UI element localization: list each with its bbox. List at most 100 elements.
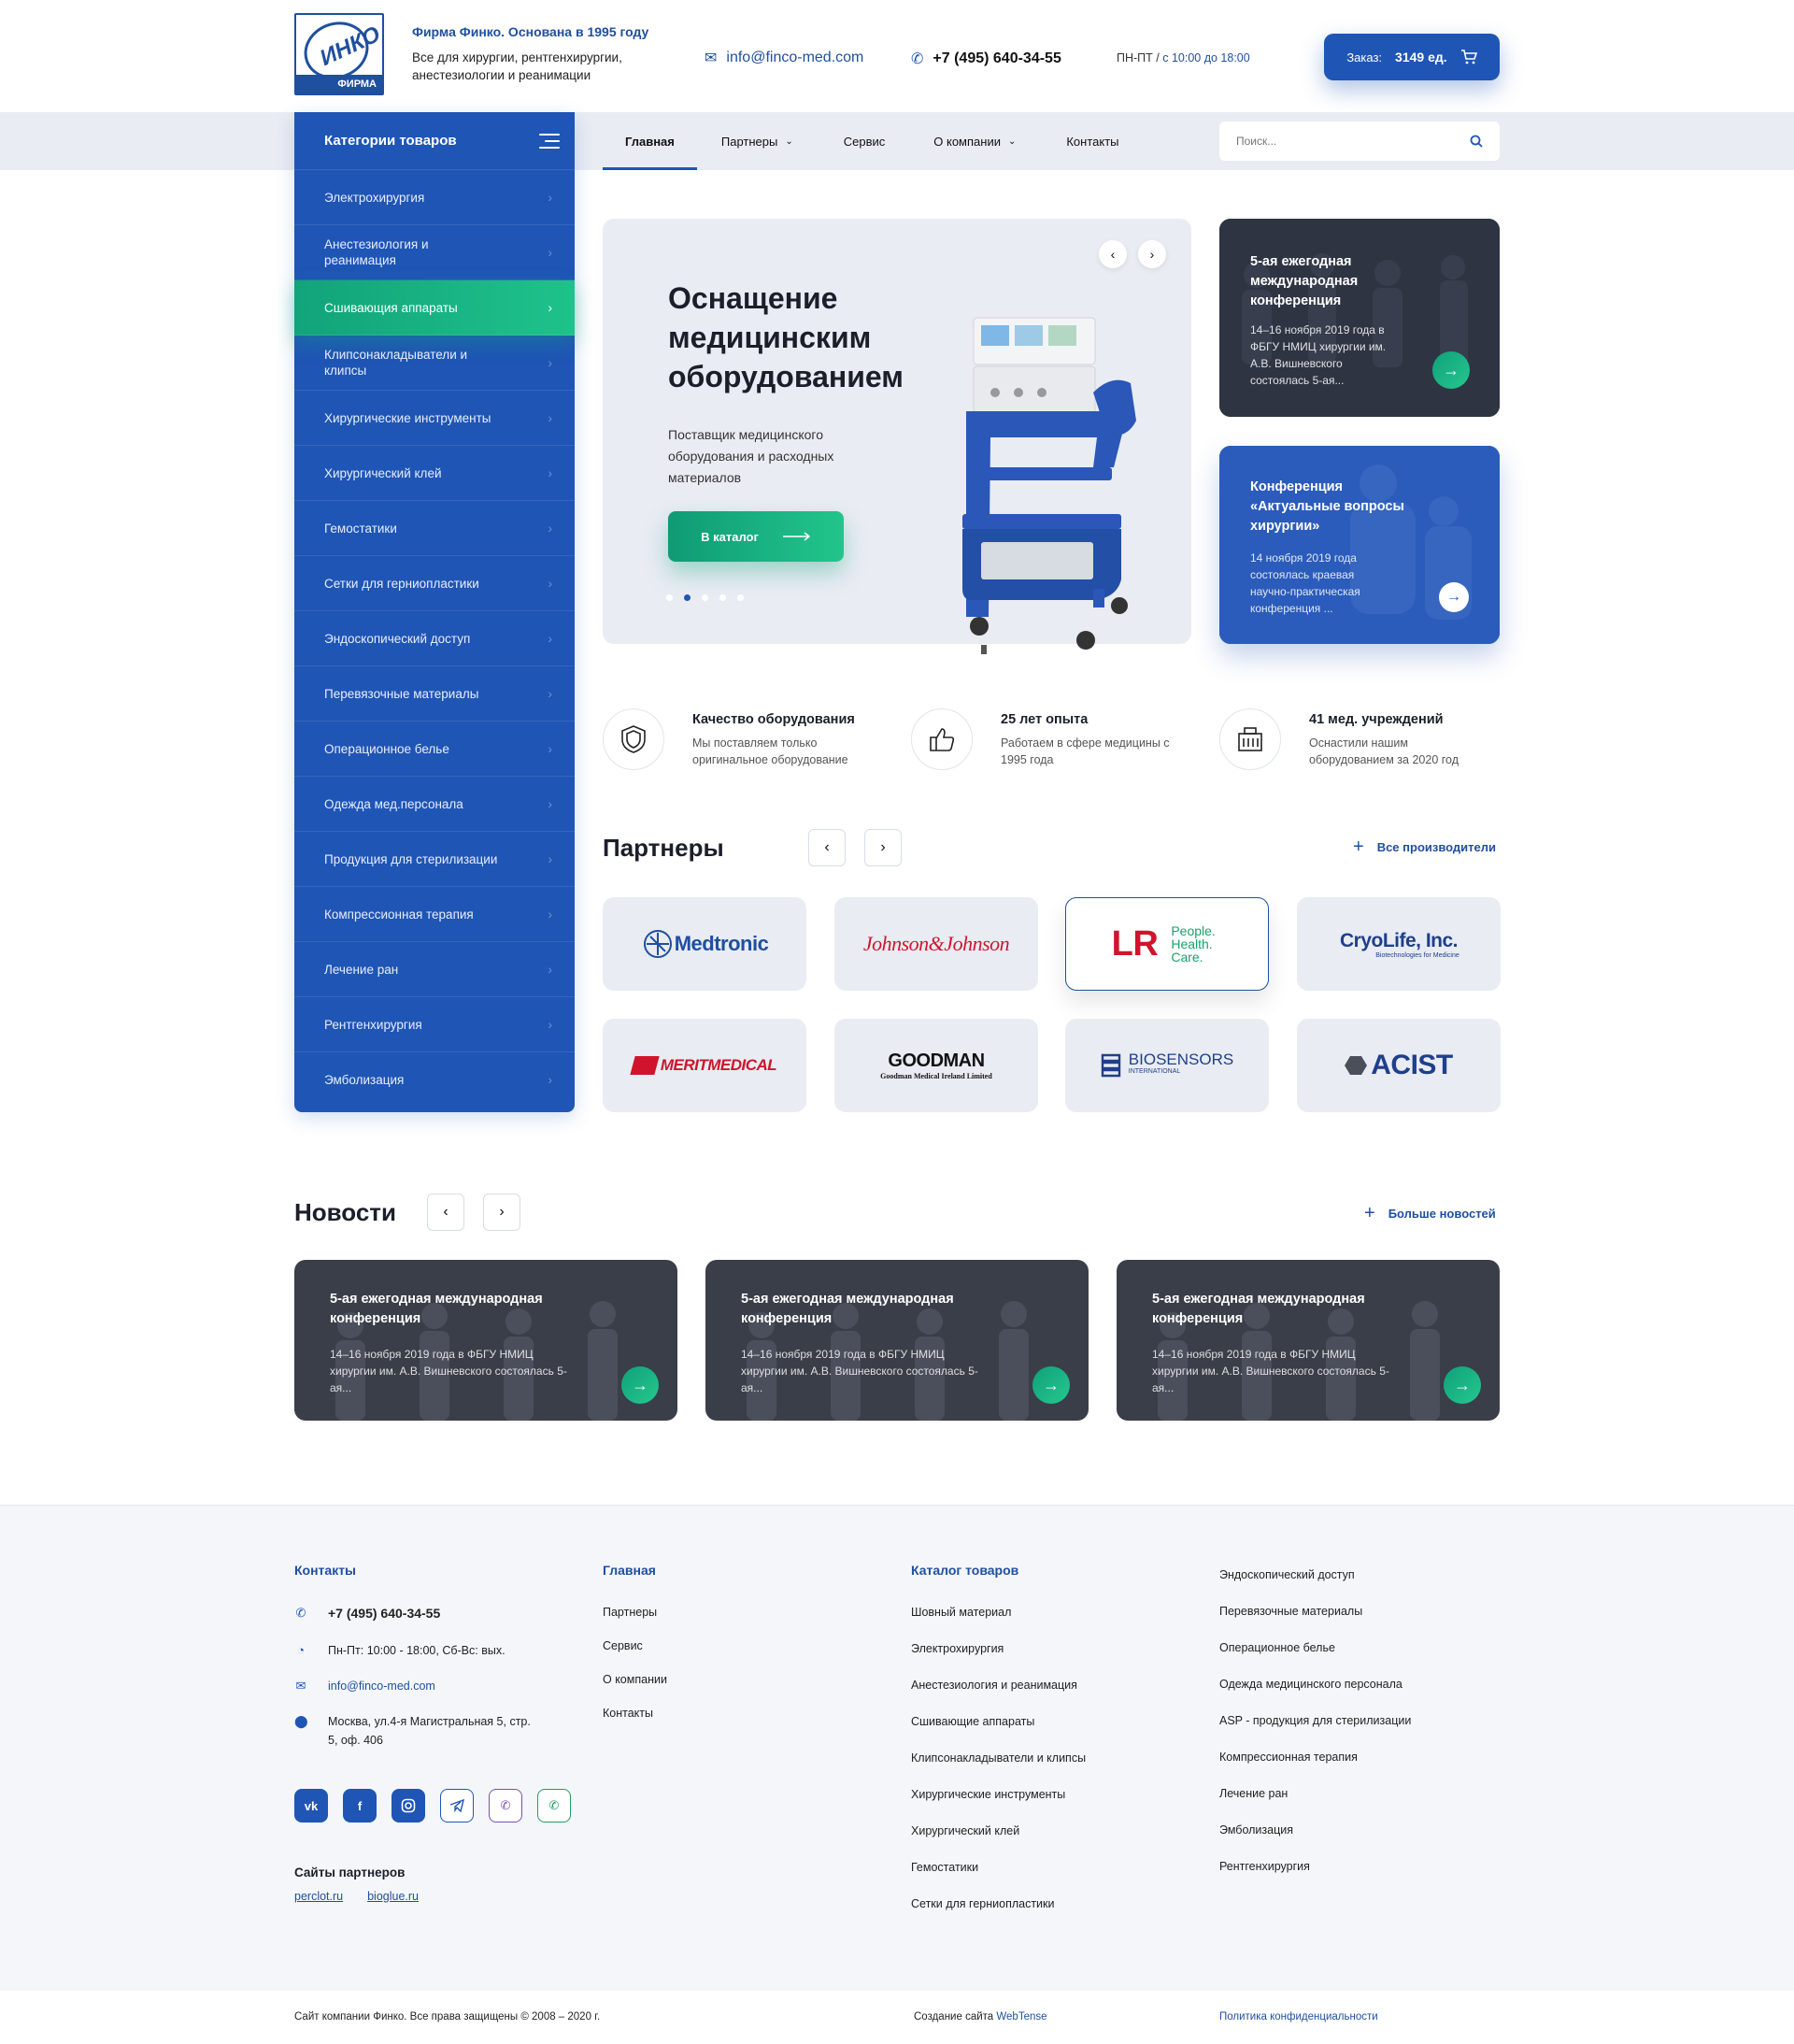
sidebar-item-embolization[interactable]: Эмболизация › xyxy=(294,1052,575,1108)
sidebar-item-glue[interactable]: Хирургический клей › xyxy=(294,446,575,501)
news-open-button[interactable]: → xyxy=(1439,582,1469,612)
footer-catalog-title[interactable]: Каталог товаров xyxy=(911,1563,1018,1578)
sidebar-item-electrosurgery[interactable]: Электрохирургия › xyxy=(294,170,575,225)
sidebar-item-anesthesiology[interactable]: Анестезиология и реанимация › xyxy=(294,225,575,280)
menu-icon[interactable] xyxy=(539,133,560,149)
side-news-card[interactable]: 5-ая ежегодная международная конференция… xyxy=(1219,219,1500,417)
footer-menu-item[interactable]: Сервис xyxy=(603,1639,667,1652)
sidebar-item-sterilization[interactable]: Продукция для стерилизации › xyxy=(294,832,575,887)
order-button[interactable]: Заказ: 3149 ед. xyxy=(1324,34,1500,80)
sidebar-item-staplers[interactable]: Сшивающия аппараты › xyxy=(294,280,575,336)
all-manufacturers-link[interactable]: + Все производители xyxy=(1353,836,1496,858)
partner-logo-goodman[interactable]: GOODMAN Goodman Medical Ireland Limited xyxy=(834,1019,1038,1112)
partner-logo-lr[interactable]: LR People. Health. Care. xyxy=(1065,897,1269,991)
partner-logo-merit[interactable]: MERITMEDICAL xyxy=(603,1019,806,1112)
partner-logo-medtronic[interactable]: Medtronic xyxy=(603,897,806,991)
sidebar-item-xray[interactable]: Рентгенхирургия › xyxy=(294,997,575,1052)
vk-icon[interactable]: vk xyxy=(294,1789,328,1822)
news-prev-button[interactable]: ‹ xyxy=(427,1194,464,1231)
sidebar-item-linen[interactable]: Операционное белье › xyxy=(294,722,575,777)
footer-catalog-item[interactable]: Операционное белье xyxy=(1219,1641,1411,1654)
footer-email[interactable]: ✉ info@finco-med.com xyxy=(294,1677,435,1695)
logo[interactable]: ИНКО ФИРМА xyxy=(294,13,384,95)
footer-catalog-item[interactable]: Сетки для герниопластики xyxy=(911,1897,1086,1910)
footer-catalog-item[interactable]: Хирургические инструменты xyxy=(911,1788,1086,1801)
footer-catalog-item[interactable]: Шовный материал xyxy=(911,1606,1086,1619)
search-input[interactable] xyxy=(1236,135,1442,148)
footer-catalog-item[interactable]: Электрохирургия xyxy=(911,1642,1086,1655)
footer-catalog-item[interactable]: Сшивающие аппараты xyxy=(911,1715,1086,1728)
partner-site-link[interactable]: bioglue.ru xyxy=(367,1890,419,1903)
footer-catalog-item[interactable]: Гемостатики xyxy=(911,1861,1086,1874)
partner-logo-cryolife[interactable]: CryoLife, Inc. Biotechnologies for Medic… xyxy=(1297,897,1501,991)
footer-menu-item[interactable]: Контакты xyxy=(603,1707,667,1720)
footer-catalog-item[interactable]: Рентгенхирургия xyxy=(1219,1860,1411,1873)
news-next-button[interactable]: › xyxy=(483,1194,520,1231)
header-phone[interactable]: ✆ +7 (495) 640-34-55 xyxy=(911,50,1061,68)
sidebar-item-meshes[interactable]: Сетки для герниопластики › xyxy=(294,556,575,611)
partners-next-button[interactable]: › xyxy=(864,829,902,866)
partner-logo-biosensors[interactable]: BIOSENSORS INTERNATIONAL xyxy=(1065,1019,1269,1112)
made-by: Создание сайта WebTense xyxy=(914,2011,1047,2023)
sidebar-item-dressings[interactable]: Перевязочные материалы › xyxy=(294,666,575,722)
footer-menu-title[interactable]: Главная xyxy=(603,1563,656,1578)
news-open-button[interactable]: → xyxy=(621,1366,659,1404)
made-by-link[interactable]: WebTense xyxy=(996,2011,1046,2023)
hero-next-button[interactable]: › xyxy=(1138,240,1166,268)
footer-catalog-item[interactable]: Хирургический клей xyxy=(911,1824,1086,1837)
more-news-link[interactable]: + Больше новостей xyxy=(1364,1203,1496,1224)
partner-site-link[interactable]: perclot.ru xyxy=(294,1890,343,1903)
telegram-icon[interactable] xyxy=(440,1789,474,1822)
footer-catalog-item[interactable]: Эндоскопический доступ xyxy=(1219,1568,1411,1581)
nav-item-contacts[interactable]: Контакты xyxy=(1038,112,1141,170)
side-news-card[interactable]: Конференция «Актуальные вопросы хирургии… xyxy=(1219,446,1500,644)
footer-menu-item[interactable]: О компании xyxy=(603,1673,667,1686)
slider-dot[interactable] xyxy=(737,594,744,601)
slider-dot[interactable] xyxy=(666,594,673,601)
footer-phone[interactable]: ✆ +7 (495) 640-34-55 xyxy=(294,1604,441,1622)
news-open-button[interactable]: → xyxy=(1032,1366,1070,1404)
sidebar-item-endoscopic[interactable]: Эндоскопический доступ › xyxy=(294,611,575,666)
sidebar-item-hemostatics[interactable]: Гемостатики › xyxy=(294,501,575,556)
footer-catalog-item[interactable]: Эмболизация xyxy=(1219,1823,1411,1837)
whatsapp-icon[interactable]: ✆ xyxy=(537,1789,571,1822)
category-header[interactable]: Категории товаров xyxy=(294,112,575,170)
sidebar-item-instruments[interactable]: Хирургические инструменты › xyxy=(294,391,575,446)
nav-item-service[interactable]: Сервис xyxy=(810,112,908,170)
partner-logo-jnj[interactable]: Johnson&Johnson xyxy=(834,897,1038,991)
news-open-button[interactable]: → xyxy=(1444,1366,1481,1404)
partner-name: GOODMAN xyxy=(888,1051,985,1071)
catalog-button[interactable]: В каталог xyxy=(668,511,844,562)
search-icon[interactable] xyxy=(1470,135,1483,148)
news-card[interactable]: 5-ая ежегодная международная конференция… xyxy=(705,1260,1089,1421)
facebook-icon[interactable]: f xyxy=(343,1789,377,1822)
sidebar-item-compression[interactable]: Компрессионная терапия › xyxy=(294,887,575,942)
viber-icon[interactable]: ✆ xyxy=(489,1789,522,1822)
instagram-icon[interactable] xyxy=(392,1789,425,1822)
news-card[interactable]: 5-ая ежегодная международная конференция… xyxy=(294,1260,677,1421)
slider-dot-active[interactable] xyxy=(684,594,691,601)
nav-item-home[interactable]: Главная xyxy=(603,112,697,170)
footer-catalog-item[interactable]: Компрессионная терапия xyxy=(1219,1751,1411,1764)
header-email[interactable]: ✉ info@finco-med.com xyxy=(705,49,863,67)
footer-menu-item[interactable]: Партнеры xyxy=(603,1606,667,1619)
sidebar-item-wounds[interactable]: Лечение ран › xyxy=(294,942,575,997)
footer-catalog-item[interactable]: Одежда медицинского персонала xyxy=(1219,1678,1411,1691)
nav-item-partners[interactable]: Партнеры ⌄ xyxy=(697,112,810,170)
privacy-link[interactable]: Политика конфиденциальности xyxy=(1219,2011,1378,2023)
hero-prev-button[interactable]: ‹ xyxy=(1099,240,1127,268)
nav-item-about[interactable]: О компании ⌄ xyxy=(907,112,1038,170)
partners-prev-button[interactable]: ‹ xyxy=(808,829,846,866)
news-card[interactable]: 5-ая ежегодная международная конференция… xyxy=(1117,1260,1500,1421)
sidebar-item-clips[interactable]: Клипсонакладыватели и клипсы › xyxy=(294,336,575,391)
footer-catalog-item[interactable]: Клипсонакладыватели и клипсы xyxy=(911,1751,1086,1765)
footer-catalog-item[interactable]: Лечение ран xyxy=(1219,1787,1411,1800)
footer-catalog-item[interactable]: Анестезиология и реанимация xyxy=(911,1679,1086,1692)
slider-dot[interactable] xyxy=(719,594,726,601)
footer-catalog-item[interactable]: ASP - продукция для стерилизации xyxy=(1219,1714,1411,1727)
partner-logo-acist[interactable]: ACIST xyxy=(1297,1019,1501,1112)
footer-catalog-item[interactable]: Перевязочные материалы xyxy=(1219,1605,1411,1618)
slider-dot[interactable] xyxy=(702,594,708,601)
sidebar-item-clothing[interactable]: Одежда мед.персонала › xyxy=(294,777,575,832)
news-open-button[interactable]: → xyxy=(1432,351,1470,389)
